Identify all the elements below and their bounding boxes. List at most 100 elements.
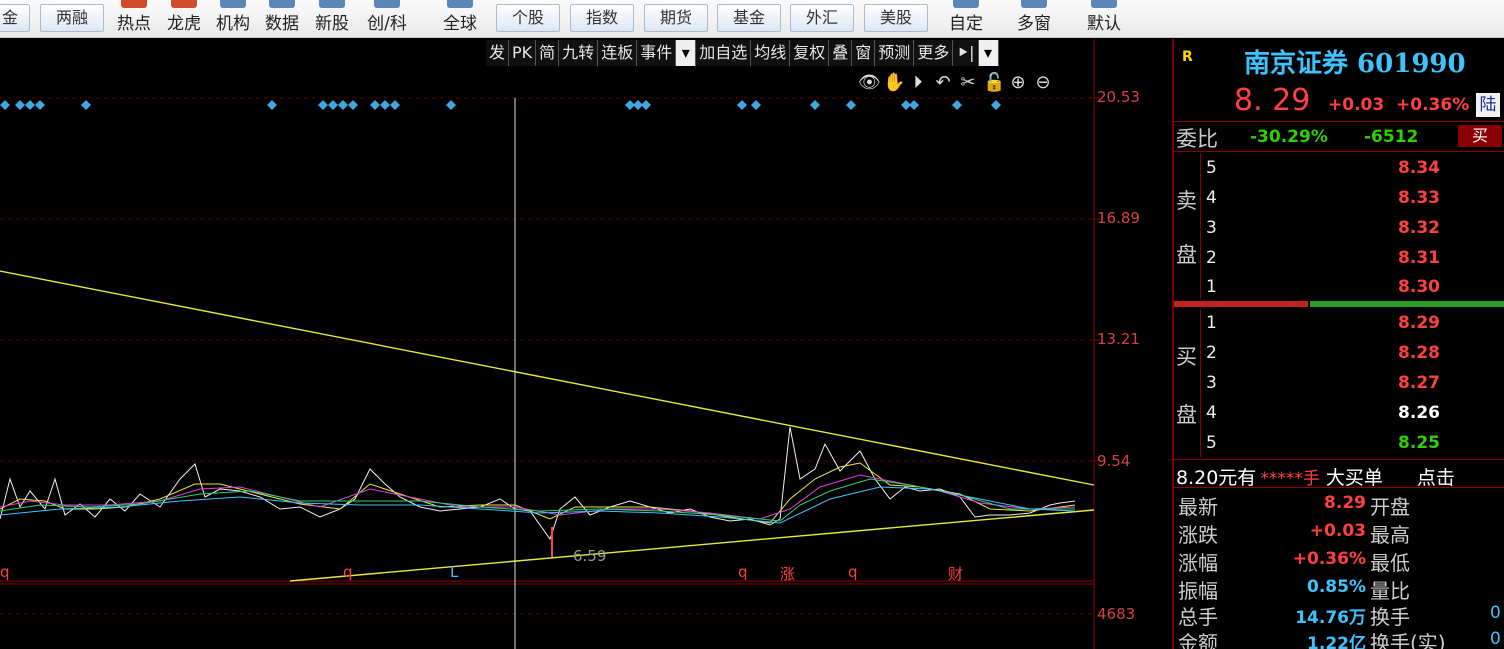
eye-icon[interactable]: 👁 — [858, 72, 881, 94]
tab-futures[interactable]: 期货 — [644, 4, 708, 32]
zoom-out-icon[interactable]: ⊖ — [1033, 72, 1053, 94]
event-mark-2[interactable]: q — [343, 563, 353, 581]
events-dropdown-icon[interactable]: ▾ — [676, 40, 697, 66]
stat-label: 换手 — [1370, 605, 1410, 629]
stat-value: +0.03 — [1309, 521, 1366, 541]
tab-index[interactable]: 指数 — [570, 4, 634, 32]
global-icon-button[interactable]: 全球 — [436, 0, 484, 36]
ask-level: 5 — [1206, 158, 1217, 178]
stat-value: 8.29 — [1324, 493, 1366, 513]
price-tick-1: 20.53 — [1097, 88, 1140, 106]
hot-icon-button[interactable]: 热点 — [112, 0, 156, 36]
chart-tool-adjust[interactable]: 复权 — [790, 40, 830, 66]
chart-tool-events[interactable]: 事件 — [637, 40, 677, 66]
chart-tool-add-watchlist[interactable]: 加自选 — [696, 40, 752, 66]
big-order-alert[interactable]: 8.20元有 *****手 大买单 点击 — [1176, 463, 1455, 490]
stat-label: 最高 — [1370, 523, 1410, 547]
big-order-click[interactable]: 点击 — [1417, 467, 1455, 489]
zoom-in-icon[interactable]: ⊕ — [1008, 72, 1028, 94]
bid-price[interactable]: 8.29 — [1320, 313, 1440, 333]
sell-label: 卖 — [1176, 189, 1197, 213]
dragon-tiger-icon-button[interactable]: 龙虎 — [162, 0, 206, 36]
ask-price[interactable]: 8.32 — [1320, 218, 1440, 238]
tab-liangrong[interactable]: 两融 — [40, 4, 104, 32]
bid-price[interactable]: 8.27 — [1320, 373, 1440, 393]
buy-side-label: 盘 — [1176, 403, 1197, 427]
price-line-white — [0, 426, 1076, 541]
tab-forex[interactable]: 外汇 — [790, 4, 854, 32]
divider — [1174, 487, 1504, 488]
top-toolbar: 金 两融 热点 龙虎 机构 数据 新股 创/科 全球 个股 指数 期货 基金 外… — [0, 0, 1504, 38]
custom-icon-button[interactable]: 自定 — [942, 0, 990, 36]
price-change-pct: +0.36% — [1396, 95, 1470, 115]
tab-stock[interactable]: 个股 — [496, 4, 560, 32]
tab-us-stocks[interactable]: 美股 — [864, 4, 928, 32]
bid-price[interactable]: 8.26 — [1320, 403, 1440, 423]
ask-price[interactable]: 8.31 — [1320, 248, 1440, 268]
new-stock-icon-button[interactable]: 新股 — [310, 0, 354, 36]
multi-window-icon-button[interactable]: 多窗 — [1008, 0, 1060, 36]
tab-jin[interactable]: 金 — [0, 4, 30, 32]
event-mark-1[interactable]: q — [0, 563, 10, 581]
ask-level: 3 — [1206, 218, 1217, 238]
price-tick-2: 16.89 — [1097, 209, 1140, 227]
scissors-icon[interactable]: ✂ — [958, 72, 978, 94]
chart-tool-forecast[interactable]: 预测 — [875, 40, 915, 66]
bid-level: 2 — [1206, 343, 1217, 363]
chart-tool-fa[interactable]: 发 — [486, 40, 510, 66]
buy-button[interactable]: 买 — [1458, 125, 1502, 147]
ask-level: 1 — [1206, 277, 1217, 297]
ma-line-yellow — [0, 462, 1076, 524]
chart-tool-limit-up[interactable]: 连板 — [598, 40, 638, 66]
big-order-size: *****手 — [1260, 469, 1320, 489]
event-mark-6[interactable]: q — [848, 563, 858, 581]
r-badge: R — [1182, 49, 1193, 65]
chart-tool-more[interactable]: 更多 — [914, 40, 954, 66]
divider — [1200, 153, 1201, 299]
chart-tool-overlay[interactable]: 叠 — [829, 40, 853, 66]
buy-side-label: 买 — [1176, 345, 1197, 369]
bid-price[interactable]: 8.25 — [1320, 433, 1440, 453]
chart-tool-window[interactable]: 窗 — [852, 40, 876, 66]
hand-icon[interactable]: ✋ — [883, 72, 905, 94]
stat-label: 振幅 — [1178, 579, 1218, 603]
stat-value: 0.85% — [1307, 577, 1366, 597]
data-icon-button[interactable]: 数据 — [260, 0, 304, 36]
ask-price[interactable]: 8.34 — [1320, 158, 1440, 178]
market-badge: 陆 — [1476, 93, 1500, 117]
ask-level: 4 — [1206, 188, 1217, 208]
stock-name-code[interactable]: 南京证券 601990 — [1244, 43, 1466, 80]
bid-level: 4 — [1206, 403, 1217, 423]
bid-price[interactable]: 8.28 — [1320, 343, 1440, 363]
event-mark-4[interactable]: q — [738, 563, 748, 581]
stat-label: 总手 — [1178, 605, 1218, 629]
stat-value: +0.36% — [1292, 549, 1366, 569]
play-circle-icon[interactable]: ⏵ — [908, 72, 928, 94]
weibi-diff: -6512 — [1364, 127, 1419, 147]
chart-tool-simple[interactable]: 简 — [536, 40, 560, 66]
lock-icon[interactable]: 🔓 — [983, 72, 1005, 94]
ask-price[interactable]: 8.30 — [1320, 277, 1440, 297]
ask-level: 2 — [1206, 248, 1217, 268]
default-icon-button[interactable]: 默认 — [1078, 0, 1130, 36]
event-mark-3[interactable]: L — [450, 563, 458, 581]
tab-fund[interactable]: 基金 — [717, 4, 781, 32]
undo-icon[interactable]: ↶ — [933, 72, 953, 94]
weibi-percent: -30.29% — [1250, 127, 1328, 147]
chart-tool-pk[interactable]: PK — [509, 40, 537, 66]
bid-level: 5 — [1206, 433, 1217, 453]
chart-tool-nine-turn[interactable]: 九转 — [559, 40, 599, 66]
play-icon[interactable]: ⯈| — [953, 40, 979, 66]
chuangke-icon-button[interactable]: 创/科 — [360, 0, 414, 36]
event-mark-7[interactable]: 财 — [948, 563, 963, 584]
price-tick-3: 13.21 — [1097, 330, 1140, 348]
chart-tool-ma[interactable]: 均线 — [751, 40, 791, 66]
ask-price[interactable]: 8.33 — [1320, 188, 1440, 208]
support-trendline — [289, 509, 1095, 582]
event-diamonds — [0, 100, 1001, 110]
institution-icon-button[interactable]: 机构 — [211, 0, 255, 36]
event-mark-5[interactable]: 涨 — [780, 563, 795, 584]
more-dropdown-icon[interactable]: ▾ — [978, 40, 999, 66]
chart-toolbar: 发 PK 简 九转 连板 事件 ▾ 加自选 均线 复权 叠 窗 预测 更多 ⯈|… — [486, 40, 999, 66]
stat-label: 最新 — [1178, 495, 1218, 519]
